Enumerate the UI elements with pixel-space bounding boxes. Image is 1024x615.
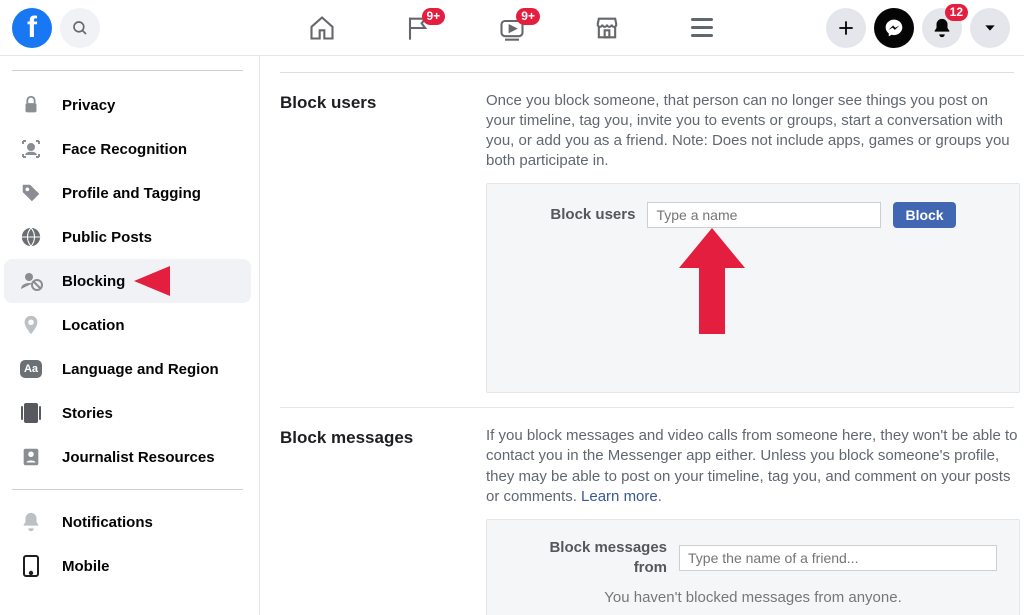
sidebar-item-journalist[interactable]: Journalist Resources xyxy=(4,435,251,479)
sidebar-item-label: Stories xyxy=(62,405,113,422)
right-buttons: 12 xyxy=(826,8,1010,48)
sidebar-item-label: Public Posts xyxy=(62,229,152,246)
sidebar-item-label: Privacy xyxy=(62,97,115,114)
plus-icon xyxy=(836,18,856,38)
facebook-logo[interactable]: f xyxy=(12,8,52,48)
learn-more-link[interactable]: Learn more xyxy=(581,488,658,505)
notifications-button[interactable]: 12 xyxy=(922,8,962,48)
block-messages-field-label: Block messages from xyxy=(513,538,667,578)
nav-flag[interactable]: 9+ xyxy=(397,8,437,48)
annotation-arrow-right xyxy=(132,251,232,311)
block-users-field-row: Block users Block xyxy=(509,202,997,228)
sidebar-item-label: Face Recognition xyxy=(62,141,187,158)
block-messages-hint: You haven't blocked messages from anyone… xyxy=(509,588,997,608)
block-messages-field-row: Block messages from xyxy=(509,538,997,578)
account-button[interactable] xyxy=(970,8,1010,48)
marketplace-icon xyxy=(593,14,621,42)
language-icon: Aa xyxy=(14,352,48,386)
menu-icon xyxy=(691,18,713,37)
chevron-down-icon xyxy=(982,20,998,36)
content-area: Privacy Face Recognition Profile and Tag… xyxy=(0,56,1024,615)
sidebar-item-label: Notifications xyxy=(62,514,153,531)
sidebar-top-sep xyxy=(12,70,243,71)
mobile-icon xyxy=(14,549,48,583)
logo-letter: f xyxy=(27,11,37,45)
sidebar-item-public-posts[interactable]: Public Posts xyxy=(4,215,251,259)
block-messages-desc: If you block messages and video calls fr… xyxy=(486,426,1020,506)
block-messages-input[interactable] xyxy=(679,545,997,571)
block-users-desc: Once you block someone, that person can … xyxy=(486,91,1020,171)
sidebar-item-mobile[interactable]: Mobile xyxy=(4,544,251,588)
sidebar-item-privacy[interactable]: Privacy xyxy=(4,83,251,127)
sidebar-item-label: Language and Region xyxy=(62,361,219,378)
notifications-badge: 12 xyxy=(945,4,968,21)
pin-icon xyxy=(14,308,48,342)
journalist-icon xyxy=(14,440,48,474)
block-button[interactable]: Block xyxy=(893,202,955,228)
annotation-arrow-up xyxy=(677,226,747,336)
top-header: f 9+ 9+ 12 xyxy=(0,0,1024,56)
messenger-icon xyxy=(884,18,904,38)
nav-menu[interactable] xyxy=(682,8,722,48)
center-nav: 9+ 9+ xyxy=(275,0,749,56)
block-messages-title: Block messages xyxy=(280,426,460,615)
blocking-icon xyxy=(14,264,48,298)
search-button[interactable] xyxy=(60,8,100,48)
block-users-box: Block users Block xyxy=(486,183,1020,393)
block-users-body: Once you block someone, that person can … xyxy=(486,91,1020,393)
nav-video[interactable]: 9+ xyxy=(492,8,532,48)
lock-icon xyxy=(14,88,48,122)
main-panel: Block users Once you block someone, that… xyxy=(260,56,1024,615)
block-users-input[interactable] xyxy=(647,202,881,228)
video-badge: 9+ xyxy=(516,8,540,25)
nav-home[interactable] xyxy=(302,8,342,48)
sidebar-item-label: Location xyxy=(62,317,125,334)
block-users-title: Block users xyxy=(280,91,460,393)
block-users-field-label: Block users xyxy=(550,205,635,225)
sidebar-item-location[interactable]: Location xyxy=(4,303,251,347)
home-icon xyxy=(308,14,336,42)
top-divider xyxy=(280,72,1014,73)
section-block-messages: Block messages If you block messages and… xyxy=(280,426,1020,615)
face-icon xyxy=(14,132,48,166)
search-icon xyxy=(71,19,89,37)
block-messages-body: If you block messages and video calls fr… xyxy=(486,426,1020,615)
sidebar-item-profile-tagging[interactable]: Profile and Tagging xyxy=(4,171,251,215)
stories-icon xyxy=(14,396,48,430)
sidebar-item-stories[interactable]: Stories xyxy=(4,391,251,435)
sidebar-item-face[interactable]: Face Recognition xyxy=(4,127,251,171)
sidebar-item-label: Mobile xyxy=(62,558,110,575)
block-messages-text: If you block messages and video calls fr… xyxy=(486,427,1018,504)
sidebar-item-blocking[interactable]: Blocking xyxy=(4,259,251,303)
tag-icon xyxy=(14,176,48,210)
create-button[interactable] xyxy=(826,8,866,48)
sidebar-separator xyxy=(12,489,243,490)
section-divider xyxy=(280,407,1014,408)
messenger-button[interactable] xyxy=(874,8,914,48)
sidebar-item-label: Journalist Resources xyxy=(62,449,215,466)
sidebar-item-notifications[interactable]: Notifications xyxy=(4,500,251,544)
bell-icon xyxy=(14,505,48,539)
sidebar-item-language[interactable]: Aa Language and Region xyxy=(4,347,251,391)
section-block-users: Block users Once you block someone, that… xyxy=(280,91,1020,393)
flag-badge: 9+ xyxy=(422,8,446,25)
settings-sidebar: Privacy Face Recognition Profile and Tag… xyxy=(0,56,260,615)
nav-marketplace[interactable] xyxy=(587,8,627,48)
sidebar-item-label: Profile and Tagging xyxy=(62,185,201,202)
globe-icon xyxy=(14,220,48,254)
sidebar-item-label: Blocking xyxy=(62,273,125,290)
block-messages-box: Block messages from You haven't blocked … xyxy=(486,519,1020,615)
